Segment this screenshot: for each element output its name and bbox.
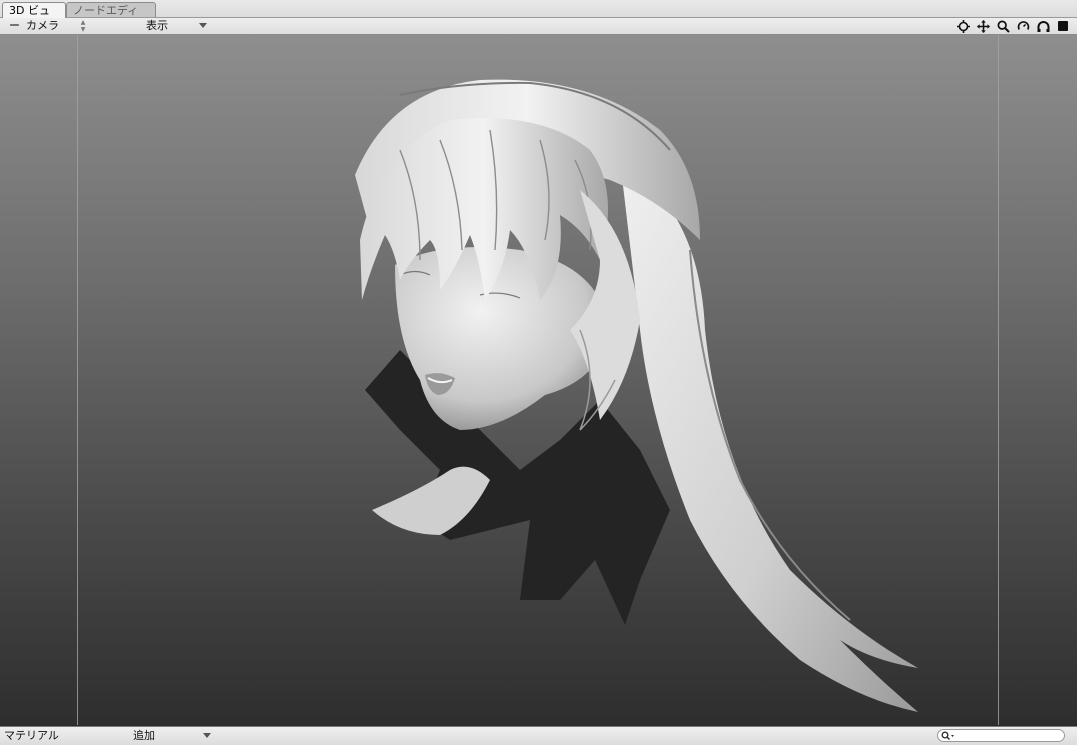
- display-menu-label[interactable]: 表示: [146, 19, 168, 33]
- tab-node-editor[interactable]: ノードエディタ: [66, 2, 156, 32]
- view-tools: [955, 18, 1071, 34]
- stop-icon[interactable]: [1055, 18, 1071, 34]
- orbit-icon[interactable]: [1035, 18, 1051, 34]
- tab-3d-view[interactable]: 3D ビュー: [2, 2, 66, 32]
- 3d-viewport[interactable]: [0, 35, 1077, 725]
- search-input[interactable]: [937, 729, 1065, 742]
- rotate-icon[interactable]: [1015, 18, 1031, 34]
- search-icon: [941, 731, 954, 741]
- tab-bar: ノードエディタ 3D ビュー: [0, 0, 1077, 32]
- material-label: マテリアル: [4, 729, 59, 742]
- zoom-icon[interactable]: [995, 18, 1011, 34]
- material-bar: マテリアル 追加: [0, 726, 1077, 745]
- chevron-down-icon[interactable]: [203, 733, 211, 738]
- camera-label: カメラ: [26, 19, 59, 32]
- target-icon[interactable]: [955, 18, 971, 34]
- viewport-toolbar: カメラ ▲ ▼ 表示: [0, 18, 1077, 35]
- chevron-down-icon[interactable]: [199, 23, 207, 28]
- add-menu-label[interactable]: 追加: [133, 729, 155, 743]
- camera-stepper[interactable]: ▲ ▼: [79, 19, 87, 33]
- move-icon[interactable]: [975, 18, 991, 34]
- hair-model-render: [355, 79, 918, 712]
